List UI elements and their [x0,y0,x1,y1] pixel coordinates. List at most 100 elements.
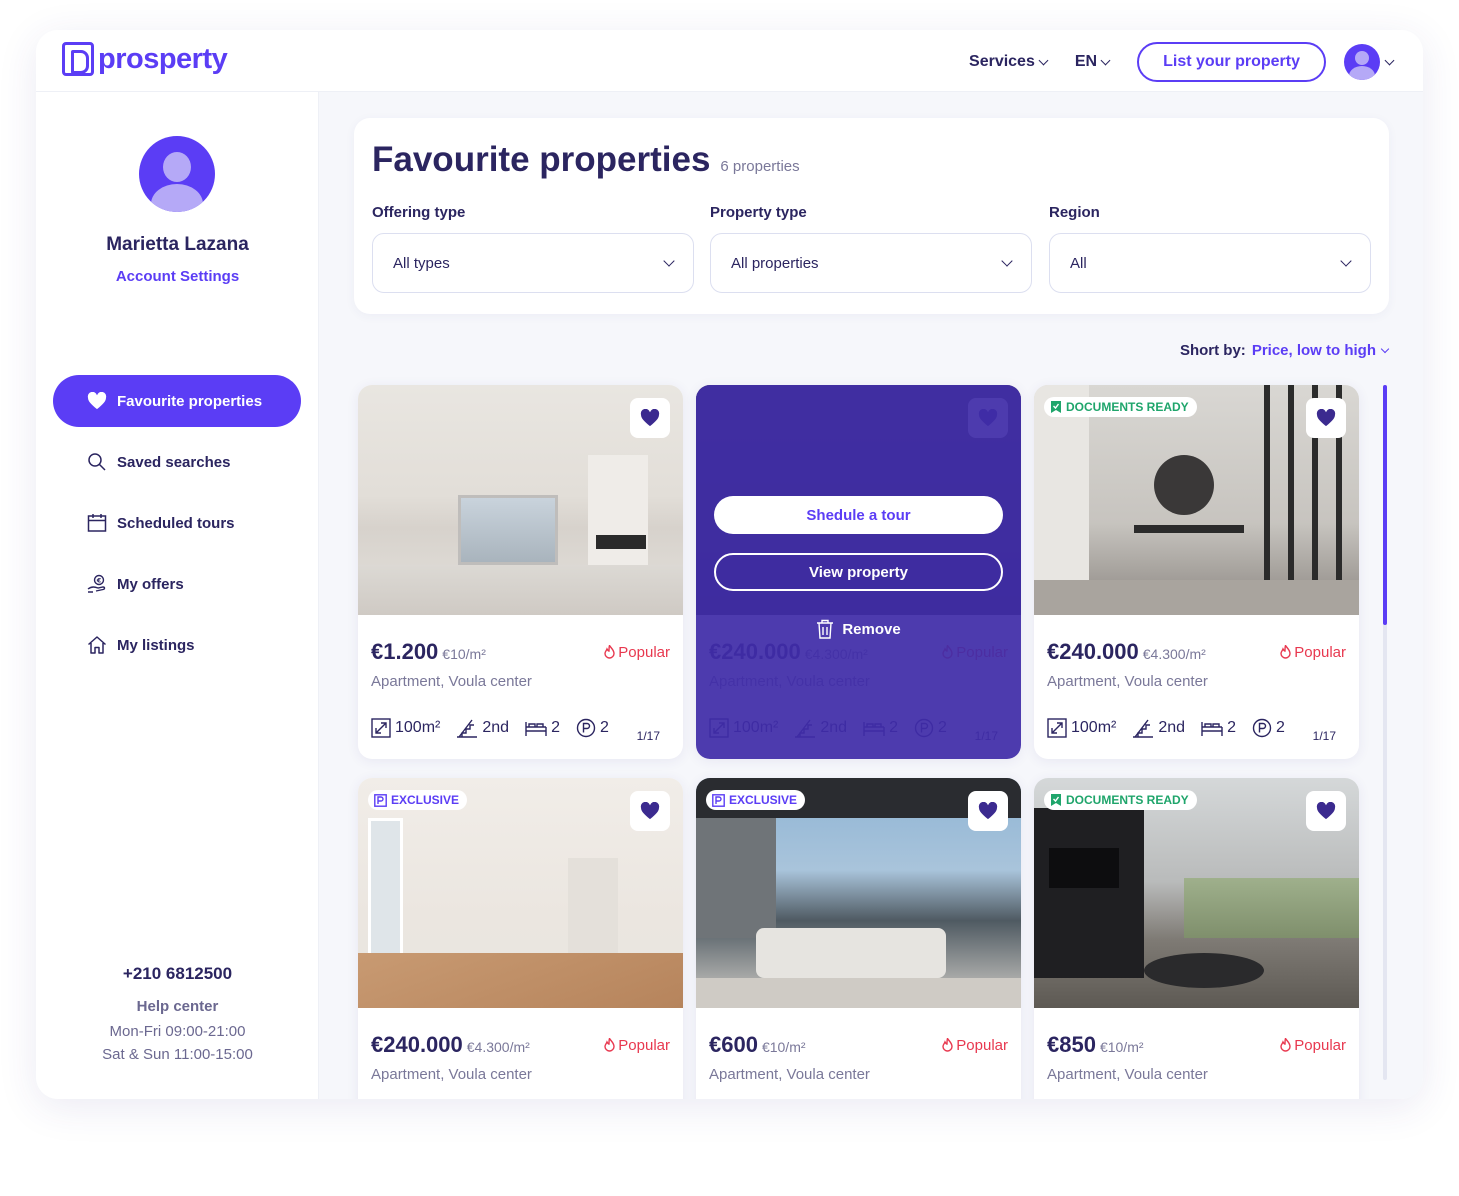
scrollbar-thumb[interactable] [1383,385,1387,625]
select-value: All [1070,254,1087,272]
popular-tag: Popular [604,644,670,661]
sort-value: Price, low to high [1251,342,1376,359]
floor-spec: 2nd [1132,718,1185,738]
sidebar-item-my-listings[interactable]: My listings [53,619,301,671]
support-phone[interactable]: +210 6812500 [36,964,319,984]
popular-tag: Popular [604,1037,670,1054]
price-block: €850 €10/m² [1047,1032,1144,1058]
popular-label: Popular [618,643,670,661]
property-card-2[interactable]: 1/17 €240.000€4.300/m² Popular Apartment… [696,385,1021,759]
favourite-toggle[interactable] [1306,398,1346,438]
remove-button[interactable]: Remove [696,619,1021,639]
offering-type-select[interactable]: All types [372,233,694,293]
chevron-down-icon [663,255,675,267]
card-body: €850 €10/m² Popular Apartment, Voula cent… [1047,1008,1346,1099]
offer-icon: € [87,574,107,594]
documents-ready-badge: DOCUMENTS READY [1044,790,1197,810]
property-type-select[interactable]: All properties [710,233,1032,293]
property-card-4[interactable]: 1/17 €240.000€4.300/m² Popular Apartment… [358,778,683,1099]
filter-property-type: Property type All properties [710,204,1032,293]
search-icon [87,452,107,472]
user-avatar[interactable] [1344,44,1380,80]
view-property-button[interactable]: View property [714,553,1003,591]
card-body: €240.000€4.300/m² Popular Apartment, Vou… [1047,615,1346,738]
price-block: €240.000€4.300/m² [1047,639,1206,665]
sort-label: Short by: [1179,342,1246,359]
parking-spec: 2 [576,718,609,738]
profile-avatar [139,136,215,212]
card-body: €600 €10/m² Popular Apartment, Voula cent… [709,1008,1008,1099]
sidebar-item-favourite-properties[interactable]: Favourite properties [53,375,301,427]
flame-icon [604,1038,615,1052]
sidebar: Marietta Lazana Account Settings Favouri… [36,92,319,1099]
filter-panel: Favourite properties 6 properties Offeri… [354,118,1389,314]
price-row: €240.000€4.300/m² Popular [1047,639,1346,665]
beds-spec: 2 [525,719,560,737]
trash-icon [817,619,834,639]
card-hover-overlay: Shedule a tour View property Remove [696,385,1021,759]
card-body: €240.000€4.300/m² Popular Apartment, Vou… [371,1008,670,1099]
language-selector[interactable]: EN [1074,53,1111,71]
flame-icon [1280,645,1291,659]
language-label: EN [1074,53,1098,70]
sidebar-item-my-offers[interactable]: € My offers [53,558,301,610]
favourite-toggle[interactable] [1306,791,1346,831]
region-select[interactable]: All [1049,233,1371,293]
sidebar-item-saved-searches[interactable]: Saved searches [53,436,301,488]
price-block: €240.000€4.300/m² [371,1032,530,1058]
page-title: Favourite properties 6 properties [372,140,800,180]
property-card-3[interactable]: 1/17 €240.000 €4.300/m² Popular Apartment… [1034,385,1359,759]
heart-icon [640,802,660,820]
list-property-button[interactable]: List your property [1137,42,1326,82]
help-center-link[interactable]: Help center [36,998,319,1015]
floor-spec: 2nd [456,718,509,738]
heart-icon [87,391,107,411]
favourite-toggle[interactable] [968,791,1008,831]
badge-label: DOCUMENTS READY [1066,400,1189,414]
sidebar-item-scheduled-tours[interactable]: Scheduled tours [53,497,301,549]
area-icon [1047,718,1067,738]
area-spec: 100m² [371,718,440,738]
services-menu[interactable]: Services [969,53,1049,71]
prosperty-logo-icon [374,793,387,807]
home-icon [87,635,107,655]
parking-spec: 2 [1252,718,1285,738]
sidebar-item-label: Favourite properties [117,392,263,410]
bed-icon [525,722,547,736]
contact-info: +210 6812500 Help center Mon-Fri 09:00-2… [36,964,319,1069]
property-card-6[interactable]: 1/17 €850€10/m² Popular Apartment, Voula… [1034,778,1359,1099]
price-per-m2: €10/m² [1099,1039,1144,1055]
popular-tag: Popular [942,1037,1008,1054]
account-settings-link[interactable]: Account Settings [36,268,319,285]
document-check-icon [1051,401,1061,413]
scrollbar[interactable] [1383,385,1387,1080]
parking-icon [576,718,596,738]
schedule-tour-button[interactable]: Shedule a tour [714,496,1003,534]
badge-label: EXCLUSIVE [729,793,798,807]
favourite-toggle[interactable] [630,398,670,438]
parking-value: 2 [1275,719,1285,736]
sort-selector[interactable]: Short by: Price, low to high [1179,342,1390,359]
price: €240.000 [1047,639,1139,664]
flame-icon [1280,1038,1291,1052]
beds-spec: 2 [1201,719,1236,737]
documents-ready-badge: DOCUMENTS READY [1044,397,1197,417]
chevron-down-icon [1340,255,1352,267]
app-window: prosperty Services EN List your property… [36,30,1423,1099]
parking-value: 2 [599,719,609,736]
account-menu-chevron-icon[interactable] [1384,55,1395,65]
price-per-m2: €4.300/m² [466,1039,530,1055]
area-spec: 100m² [1047,718,1116,738]
heart-icon [1316,409,1336,427]
property-card-5[interactable]: 1/17 €600€10/m² Popular Apartment, Voula… [696,778,1021,1099]
logo[interactable]: prosperty [62,42,228,76]
sidebar-item-label: Saved searches [117,453,231,471]
card-body: €1.200 €10/m² Popular Apartment, Voula ce… [371,615,670,738]
favourite-toggle[interactable] [630,791,670,831]
document-check-icon [1051,794,1061,806]
badge-label: EXCLUSIVE [391,793,460,807]
property-card-1[interactable]: 1/17 €1.200 €10/m² Popular Apartment, Vou… [358,385,683,759]
price: €240.000 [371,1032,463,1057]
property-type: Apartment, Voula center [709,1066,870,1083]
sidebar-menu: Favourite properties Saved searches Sche… [53,375,301,680]
